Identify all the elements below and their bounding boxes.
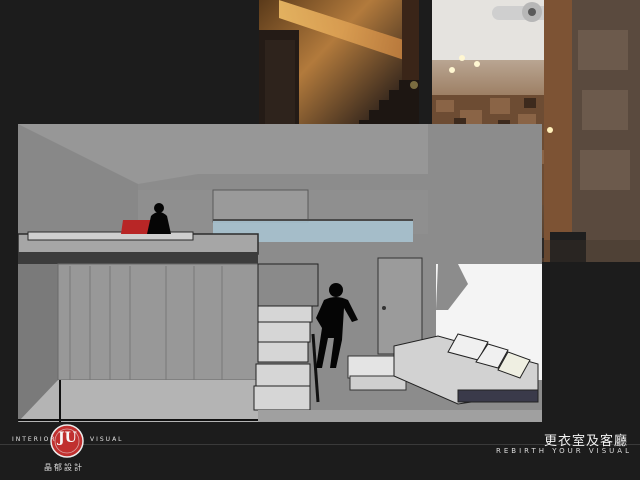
render-section-view: [18, 124, 542, 422]
brand-chinese-name: 晶郁設計: [44, 463, 84, 472]
presentation-board: JU INTERIOR VISUAL 晶郁設計 更衣室及客廳 REBIRTH Y…: [0, 0, 640, 480]
brand-logo-mark: JU: [58, 430, 77, 446]
caption-subtitle: REBIRTH YOUR VISUAL: [496, 447, 632, 455]
brand-left-word: INTERIOR: [12, 436, 57, 443]
brand-right-word: VISUAL: [90, 436, 124, 443]
